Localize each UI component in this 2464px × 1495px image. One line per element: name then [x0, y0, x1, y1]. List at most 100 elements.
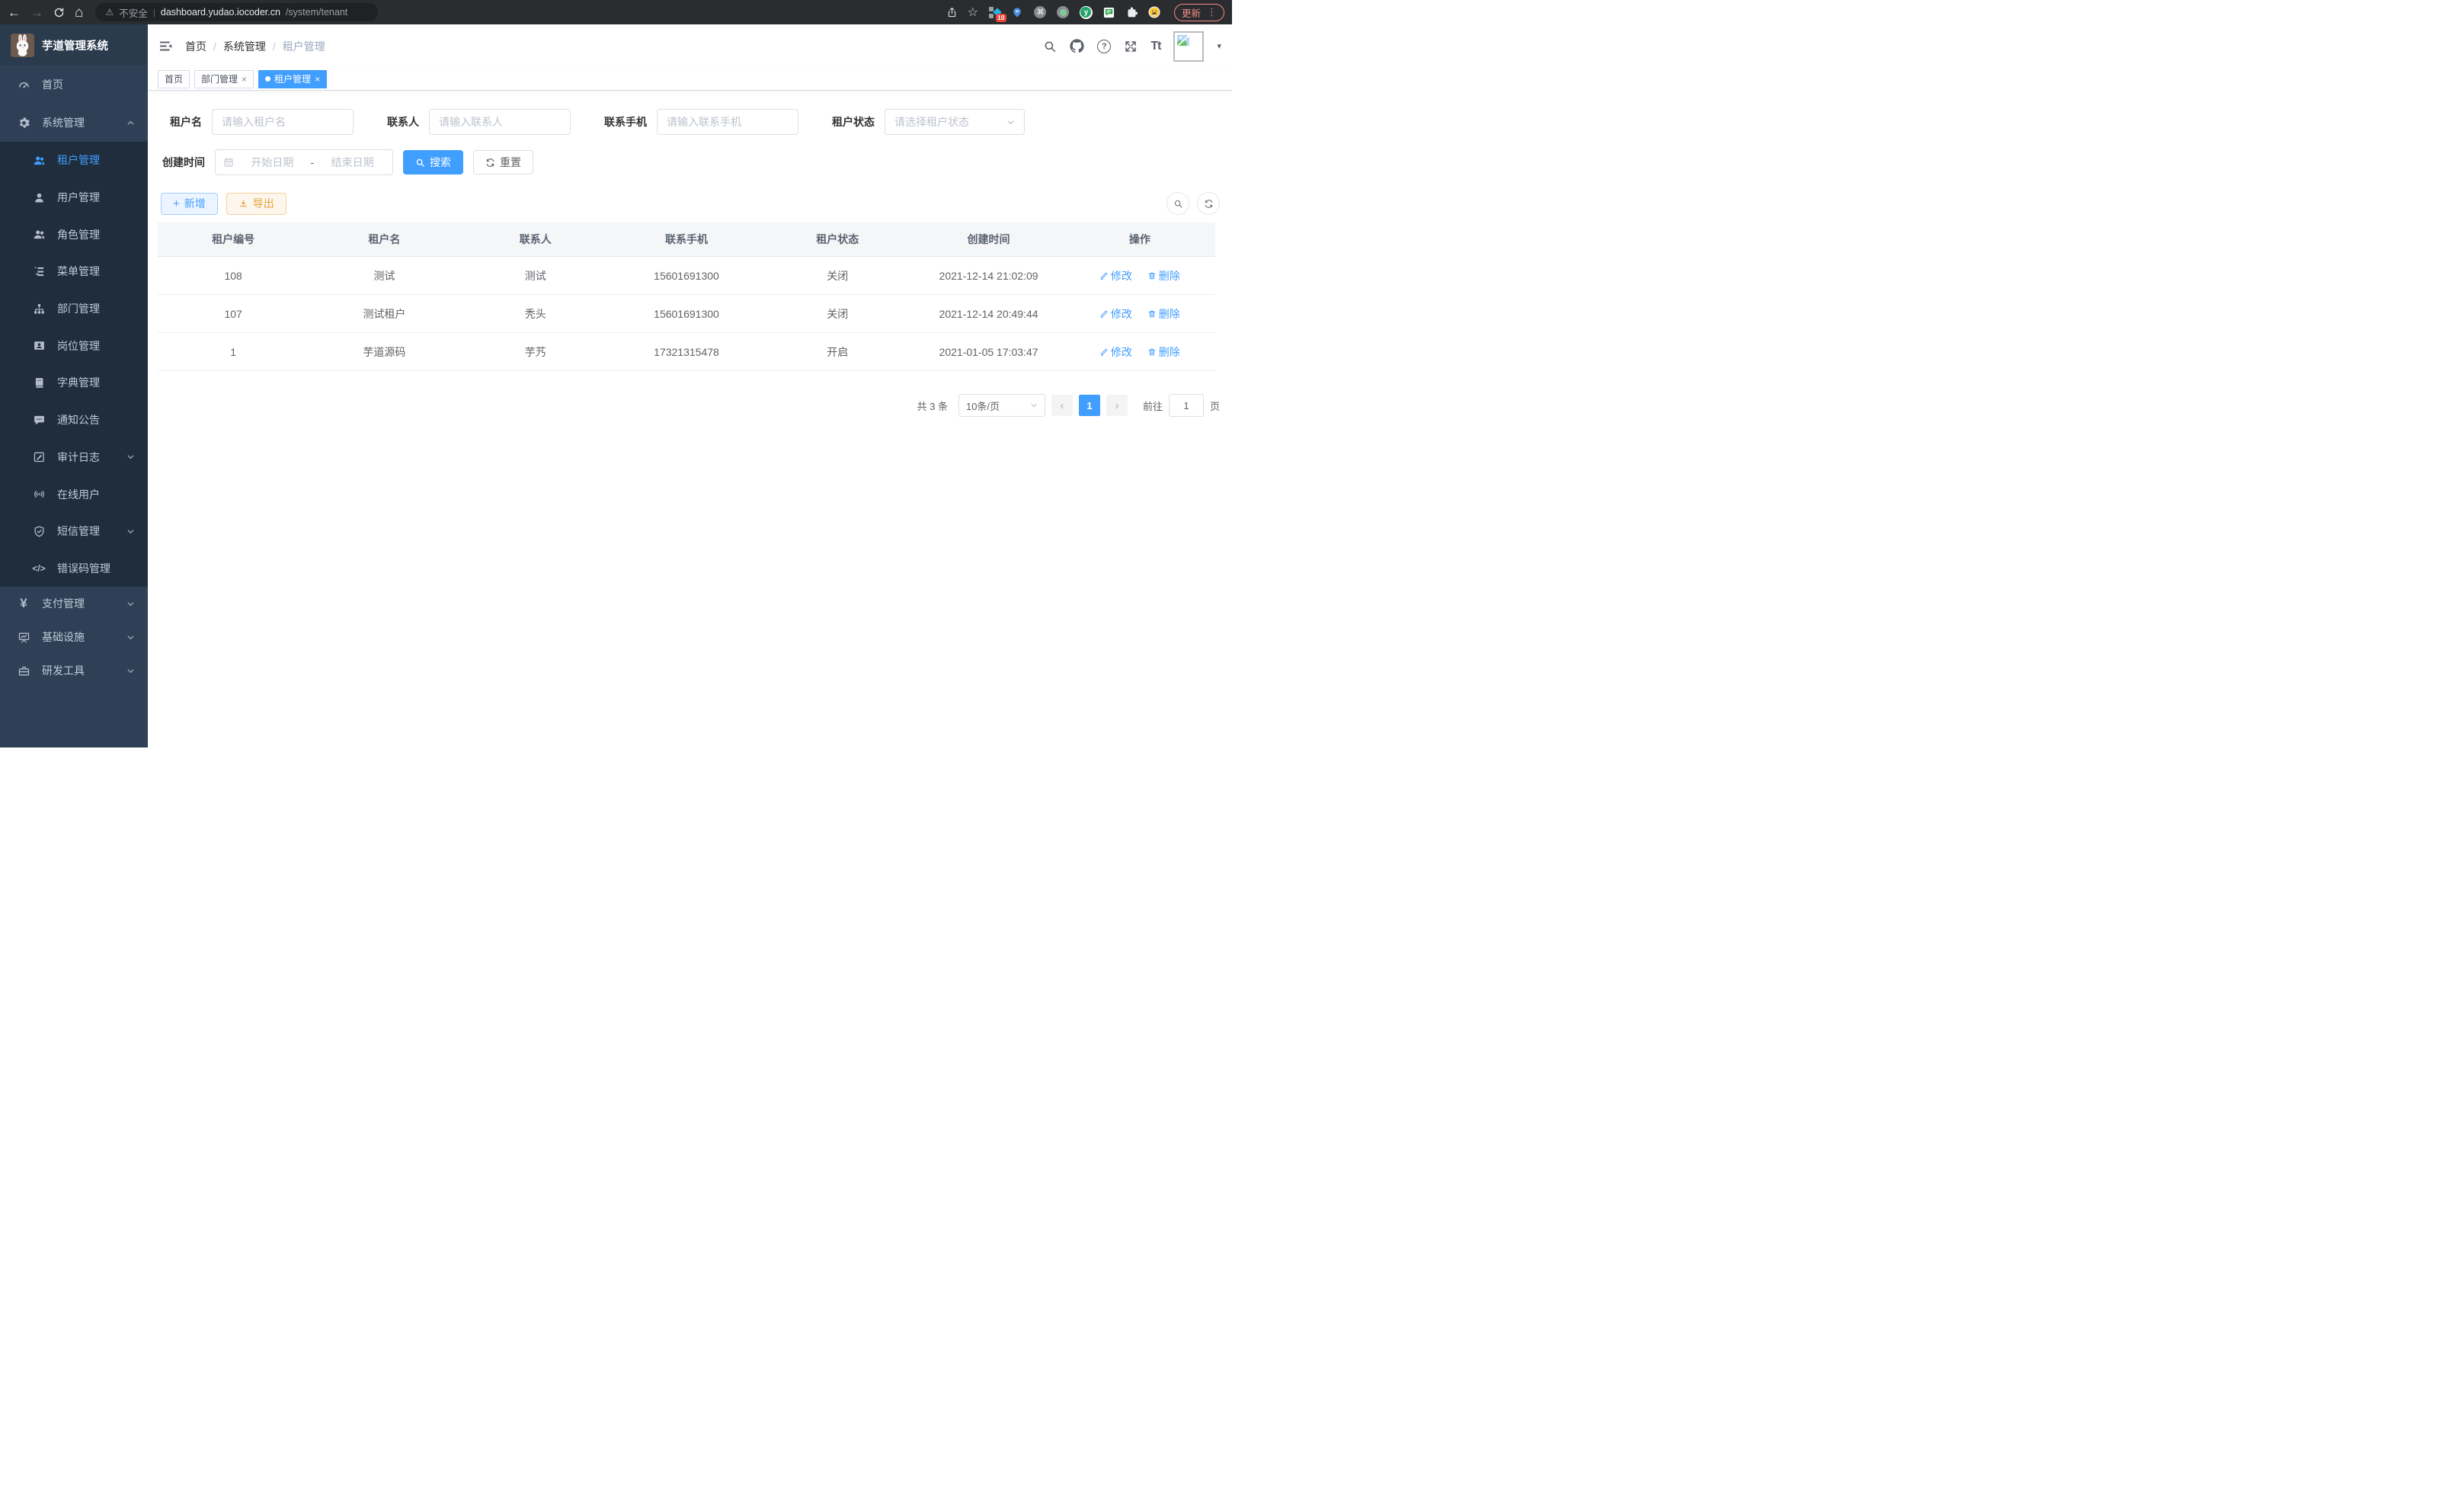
- extension-puzzle-icon[interactable]: [1125, 6, 1138, 19]
- github-icon[interactable]: [1070, 39, 1084, 53]
- prev-page-button[interactable]: ‹: [1051, 395, 1073, 416]
- sidebar-item-menu[interactable]: 菜单管理: [0, 253, 148, 290]
- edit-link[interactable]: 修改: [1099, 344, 1132, 360]
- font-size-icon[interactable]: Tt: [1150, 40, 1160, 53]
- sidebar-item-label: 短信管理: [57, 523, 100, 539]
- delete-link[interactable]: 删除: [1147, 268, 1180, 283]
- search-button[interactable]: 搜索: [403, 150, 463, 174]
- show-search-toggle-button[interactable]: [1166, 192, 1189, 215]
- sidebar-item-error-code[interactable]: </> 错误码管理: [0, 550, 148, 587]
- table-row: 108 测试 测试 15601691300 关闭 2021-12-14 21:0…: [158, 257, 1215, 295]
- sidebar-item-user[interactable]: 用户管理: [0, 179, 148, 216]
- close-icon[interactable]: ×: [315, 74, 320, 85]
- cell-tenant-name: 测试租户: [309, 295, 459, 333]
- sidebar-item-post[interactable]: 岗位管理: [0, 327, 148, 364]
- browser-home-button[interactable]: ⌂: [75, 5, 83, 20]
- reset-button[interactable]: 重置: [473, 150, 533, 174]
- tab-department[interactable]: 部门管理 ×: [194, 70, 254, 88]
- sidebar-item-department[interactable]: 部门管理: [0, 290, 148, 328]
- tenant-name-input[interactable]: [212, 109, 354, 135]
- page-size-select[interactable]: 10条/页: [958, 394, 1045, 417]
- address-bar[interactable]: ⚠ 不安全 | dashboard.yudao.iocoder.cn/syste…: [95, 3, 378, 21]
- share-icon[interactable]: [946, 7, 958, 18]
- breadcrumb-home[interactable]: 首页: [185, 39, 206, 54]
- close-icon[interactable]: ×: [242, 74, 247, 85]
- sidebar-item-audit-log[interactable]: 审计日志: [0, 439, 148, 476]
- sidebar-item-system[interactable]: 系统管理: [0, 104, 148, 142]
- tenant-page-content: 租户名 联系人 联系手机 租户状态 请选择租户状态: [148, 91, 1232, 748]
- avatar[interactable]: [1173, 31, 1204, 62]
- dictionary-icon: [32, 376, 46, 389]
- mobile-field-group: 联系手机: [604, 109, 798, 135]
- extension-record-icon[interactable]: [1057, 6, 1070, 19]
- export-button-label: 导出: [253, 196, 274, 211]
- tab-tenant[interactable]: 租户管理 ×: [258, 70, 327, 88]
- tab-home[interactable]: 首页: [158, 70, 190, 88]
- delete-link-label: 删除: [1159, 268, 1180, 283]
- tab-label: 部门管理: [201, 72, 238, 85]
- edit-link[interactable]: 修改: [1099, 306, 1132, 322]
- breadcrumb-separator: /: [213, 40, 216, 53]
- mobile-label: 联系手机: [604, 114, 647, 130]
- sidebar-item-dev-tools[interactable]: 研发工具: [0, 654, 148, 687]
- edit-link[interactable]: 修改: [1099, 268, 1132, 283]
- bookmark-star-icon[interactable]: ☆: [968, 5, 978, 20]
- help-icon[interactable]: ?: [1097, 40, 1111, 53]
- page-number-1[interactable]: 1: [1079, 395, 1100, 416]
- breadcrumb-system[interactable]: 系统管理: [223, 39, 266, 54]
- mobile-input[interactable]: [657, 109, 798, 135]
- fullscreen-icon[interactable]: [1124, 40, 1138, 53]
- add-button[interactable]: + 新增: [161, 193, 218, 215]
- date-start-placeholder: 开始日期: [240, 155, 305, 170]
- delete-link[interactable]: 删除: [1147, 344, 1180, 360]
- sidebar-item-role[interactable]: 角色管理: [0, 216, 148, 253]
- pagination: 共 3 条 10条/页 ‹ 1 › 前往 页: [158, 394, 1220, 417]
- sidebar-item-online-users[interactable]: 在线用户: [0, 475, 148, 513]
- not-secure-label: 不安全: [119, 5, 148, 20]
- breadcrumb: 首页 / 系统管理 / 租户管理: [185, 39, 325, 54]
- create-time-field-group: 创建时间 开始日期 - 结束日期: [158, 149, 393, 175]
- header-search-icon[interactable]: [1043, 40, 1057, 53]
- extension-grid-icon[interactable]: 10: [988, 6, 1001, 19]
- date-range-picker[interactable]: 开始日期 - 结束日期: [215, 149, 393, 175]
- sidebar-item-payment[interactable]: ¥ 支付管理: [0, 587, 148, 620]
- app-logo-row[interactable]: 芋道管理系统: [0, 24, 148, 66]
- dashboard-icon: [17, 78, 30, 91]
- cell-mobile: 15601691300: [611, 295, 762, 333]
- browser-update-button[interactable]: 更新 ⋮: [1174, 4, 1224, 21]
- cell-mobile: 15601691300: [611, 257, 762, 295]
- delete-link[interactable]: 删除: [1147, 306, 1180, 322]
- avatar-caret-icon[interactable]: ▾: [1217, 41, 1221, 51]
- extension-chat-icon[interactable]: [1102, 6, 1115, 19]
- chevron-down-icon: [126, 633, 135, 642]
- sidebar-item-dictionary[interactable]: 字典管理: [0, 364, 148, 402]
- next-page-button[interactable]: ›: [1106, 395, 1128, 416]
- col-created: 创建时间: [913, 222, 1064, 257]
- browser-back-button[interactable]: ←: [8, 6, 21, 19]
- sidebar-collapse-icon[interactable]: [158, 39, 173, 53]
- sidebar-item-tenant[interactable]: 租户管理: [0, 142, 148, 179]
- edit-pen-icon: [1099, 347, 1109, 357]
- extension-command-icon[interactable]: ⌘: [1034, 6, 1047, 19]
- browser-menu-icon[interactable]: ⋮: [1207, 6, 1217, 18]
- extension-emoji-icon[interactable]: [1148, 6, 1161, 19]
- sidebar-item-label: 字典管理: [57, 375, 100, 390]
- delete-link-label: 删除: [1159, 344, 1180, 360]
- sidebar-item-notice[interactable]: 通知公告: [0, 402, 148, 439]
- refresh-table-button[interactable]: [1197, 192, 1220, 215]
- extension-y-icon[interactable]: y: [1080, 6, 1093, 19]
- sidebar-item-sms[interactable]: 短信管理: [0, 513, 148, 550]
- extension-pin-icon[interactable]: [1011, 6, 1024, 19]
- sidebar-item-infrastructure[interactable]: 基础设施: [0, 620, 148, 654]
- cell-status: 关闭: [762, 295, 913, 333]
- breadcrumb-current: 租户管理: [283, 39, 325, 54]
- status-select[interactable]: 请选择租户状态: [885, 109, 1025, 135]
- browser-reload-button[interactable]: [53, 7, 65, 18]
- export-button[interactable]: 导出: [226, 193, 286, 215]
- goto-page-input[interactable]: [1169, 394, 1204, 417]
- sidebar-item-label: 通知公告: [57, 412, 100, 427]
- contact-input[interactable]: [429, 109, 571, 135]
- tenant-name-field-group: 租户名: [158, 109, 354, 135]
- sidebar-item-home[interactable]: 首页: [0, 66, 148, 104]
- browser-forward-button[interactable]: →: [30, 6, 43, 19]
